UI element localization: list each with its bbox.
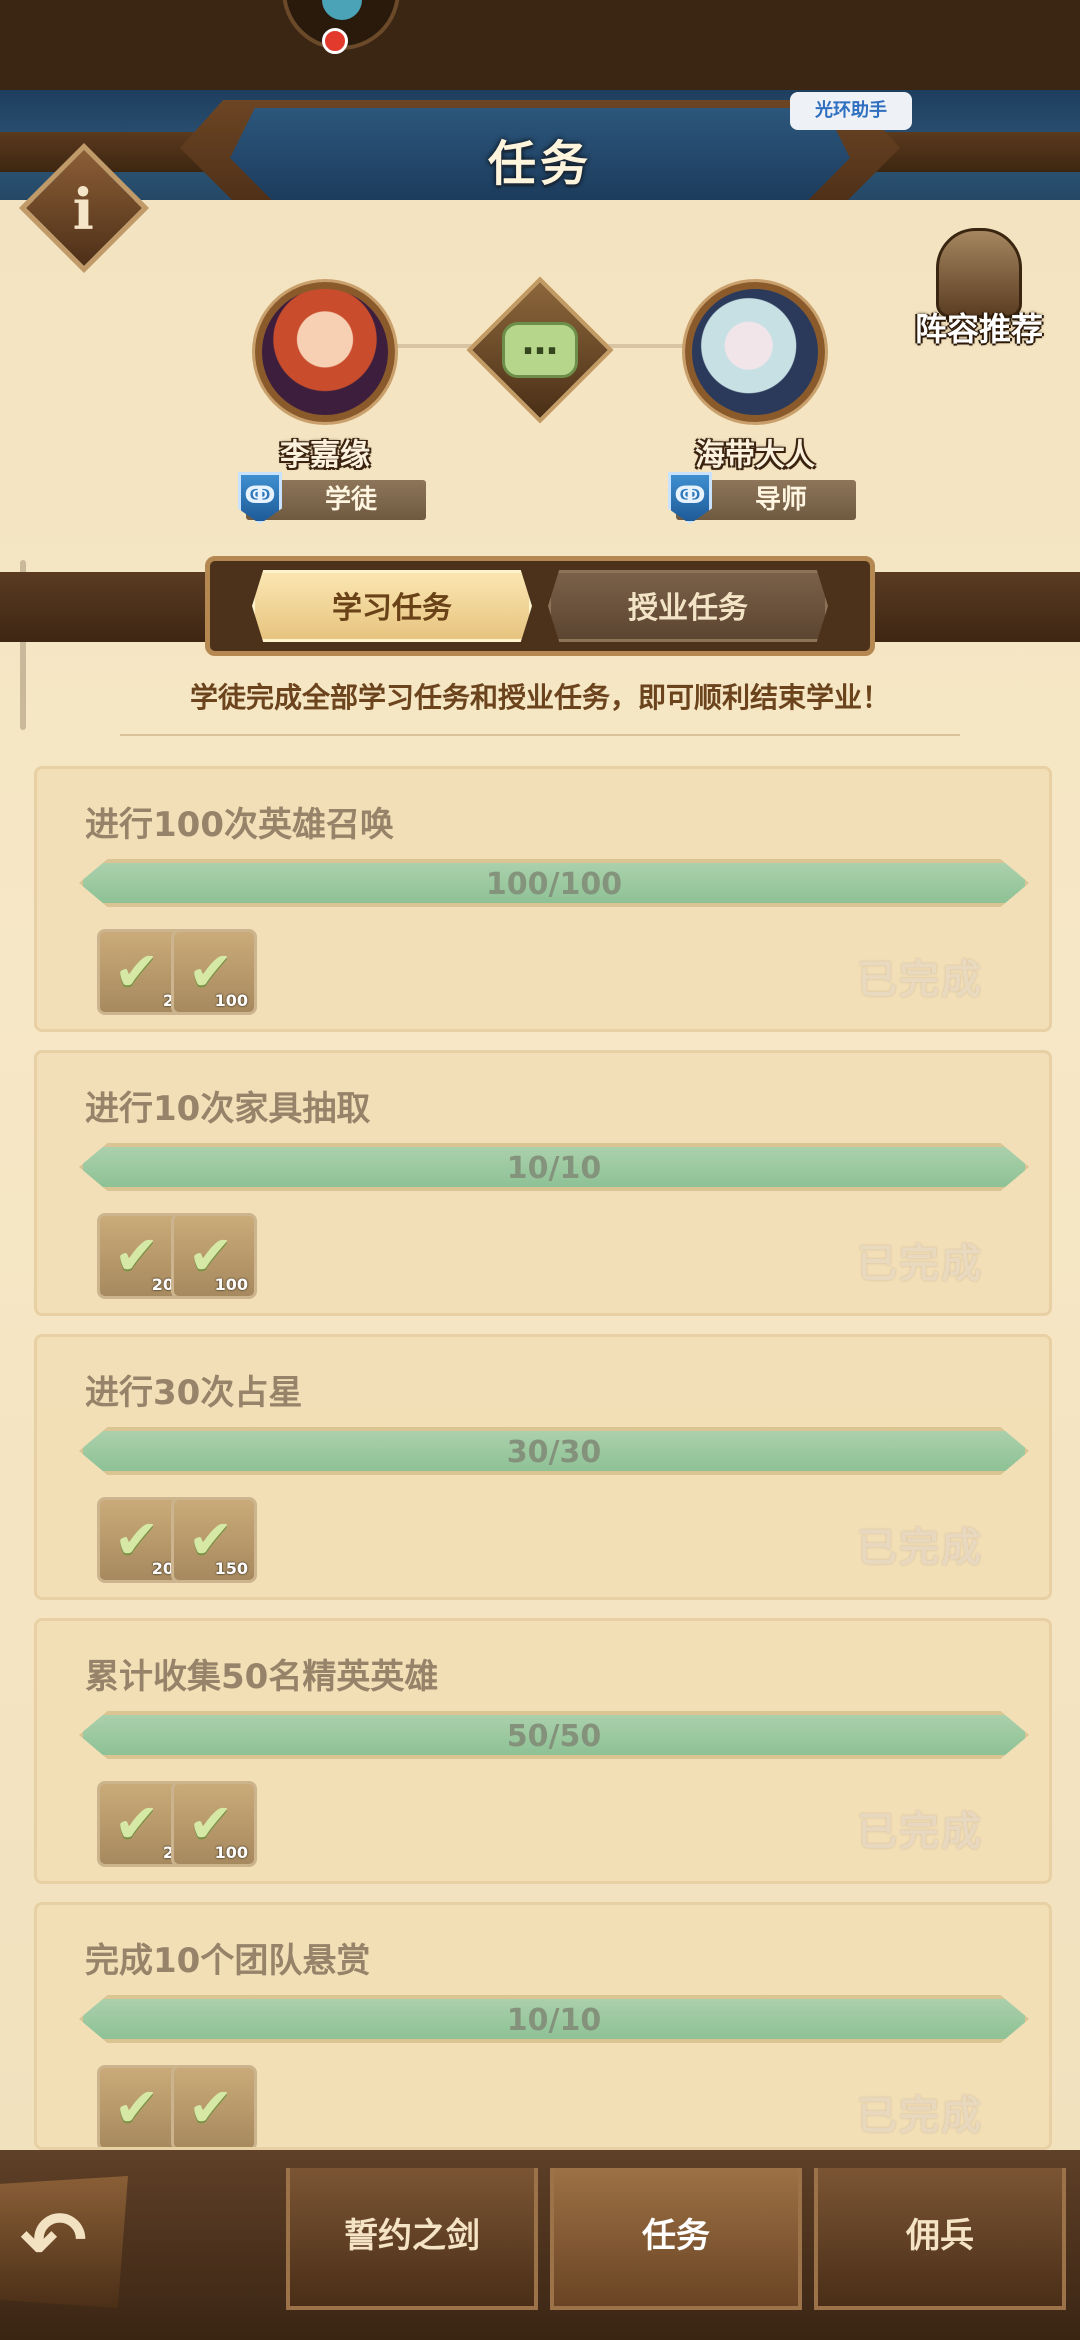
progress-text: 50/50 bbox=[506, 1719, 602, 1754]
task-name: 完成10个团队悬赏 bbox=[85, 1941, 371, 1981]
progress-text: 30/30 bbox=[506, 1435, 602, 1470]
task-name: 进行30次占星 bbox=[85, 1373, 303, 1413]
task-status: 已完成 bbox=[857, 1241, 983, 1287]
check-icon: ✔ bbox=[114, 940, 160, 1003]
task-card: 完成10个团队悬赏 10/10 ✔ ✔ 已完成 bbox=[34, 1902, 1052, 2150]
task-description: 学徒完成全部学习任务和授业任务，即可顺利结束学业！ bbox=[189, 681, 890, 714]
task-status: 已完成 bbox=[857, 2093, 983, 2139]
reward-item[interactable]: ✔ 100 bbox=[171, 1213, 257, 1299]
task-name: 进行100次英雄召唤 bbox=[85, 805, 394, 845]
back-arrow-icon: ↶ bbox=[20, 2194, 88, 2287]
reward-count: 100 bbox=[214, 1275, 248, 1294]
check-icon: ✔ bbox=[114, 1792, 160, 1855]
task-status: 已完成 bbox=[857, 957, 983, 1003]
task-card: 进行30次占星 30/30 ✔ 20 ✔ 150 已完成 bbox=[34, 1334, 1052, 1600]
task-card: 累计收集50名精英英雄 50/50 ✔ 2 ✔ 100 已完成 bbox=[34, 1618, 1052, 1884]
task-card: 进行10次家具抽取 10/10 ✔ 20 ✔ 100 已完成 bbox=[34, 1050, 1052, 1316]
reward-count: 100 bbox=[214, 1843, 248, 1862]
nav-tab-oath-sword[interactable]: 誓约之剑 bbox=[286, 2168, 538, 2310]
helper-badge[interactable]: 光环助手 bbox=[790, 92, 912, 130]
task-status: 已完成 bbox=[857, 1525, 983, 1571]
notification-dot bbox=[322, 28, 348, 54]
check-icon: ✔ bbox=[188, 2076, 234, 2139]
nav-tab-tasks[interactable]: 任务 bbox=[550, 2168, 802, 2310]
nav-tab-mercenary[interactable]: 佣兵 bbox=[814, 2168, 1066, 2310]
reward-count: 100 bbox=[214, 991, 248, 1010]
task-name: 累计收集50名精英英雄 bbox=[85, 1657, 439, 1697]
mentor-name: 海带大人 bbox=[695, 438, 815, 473]
divider bbox=[120, 734, 960, 736]
info-icon: i bbox=[72, 177, 94, 244]
top-bar bbox=[0, 0, 1080, 90]
back-button[interactable]: ↶ bbox=[0, 2176, 128, 2308]
apprentice-name: 李嘉缘 bbox=[280, 438, 370, 473]
lineup-recommend-button[interactable]: 阵容推荐 bbox=[904, 228, 1054, 350]
progress-text: 100/100 bbox=[485, 867, 623, 902]
mentor-portrait[interactable] bbox=[685, 282, 825, 422]
tab-teaching-tasks[interactable]: 授业任务 bbox=[548, 570, 828, 642]
reward-item[interactable]: ✔ 100 bbox=[171, 1781, 257, 1867]
apprentice-portrait[interactable] bbox=[255, 282, 395, 422]
chat-bubble-icon[interactable]: … bbox=[502, 322, 578, 378]
task-name: 进行10次家具抽取 bbox=[85, 1089, 371, 1129]
reward-item[interactable]: ✔ 150 bbox=[171, 1497, 257, 1583]
tab-study-tasks[interactable]: 学习任务 bbox=[252, 570, 532, 642]
page-title: 任务 bbox=[487, 136, 592, 192]
lineup-recommend-label: 阵容推荐 bbox=[914, 310, 1043, 348]
task-status: 已完成 bbox=[857, 1809, 983, 1855]
progress-text: 10/10 bbox=[506, 2003, 602, 2038]
progress-text: 10/10 bbox=[506, 1151, 602, 1186]
reward-count: 150 bbox=[214, 1559, 248, 1578]
check-icon: ✔ bbox=[114, 2076, 160, 2139]
task-card: 进行100次英雄召唤 100/100 ✔ 2 ✔ 100 已完成 bbox=[34, 766, 1052, 1032]
reward-item[interactable]: ✔ 100 bbox=[171, 929, 257, 1015]
reward-item[interactable]: ✔ bbox=[171, 2065, 257, 2147]
avatar-image bbox=[322, 0, 362, 20]
